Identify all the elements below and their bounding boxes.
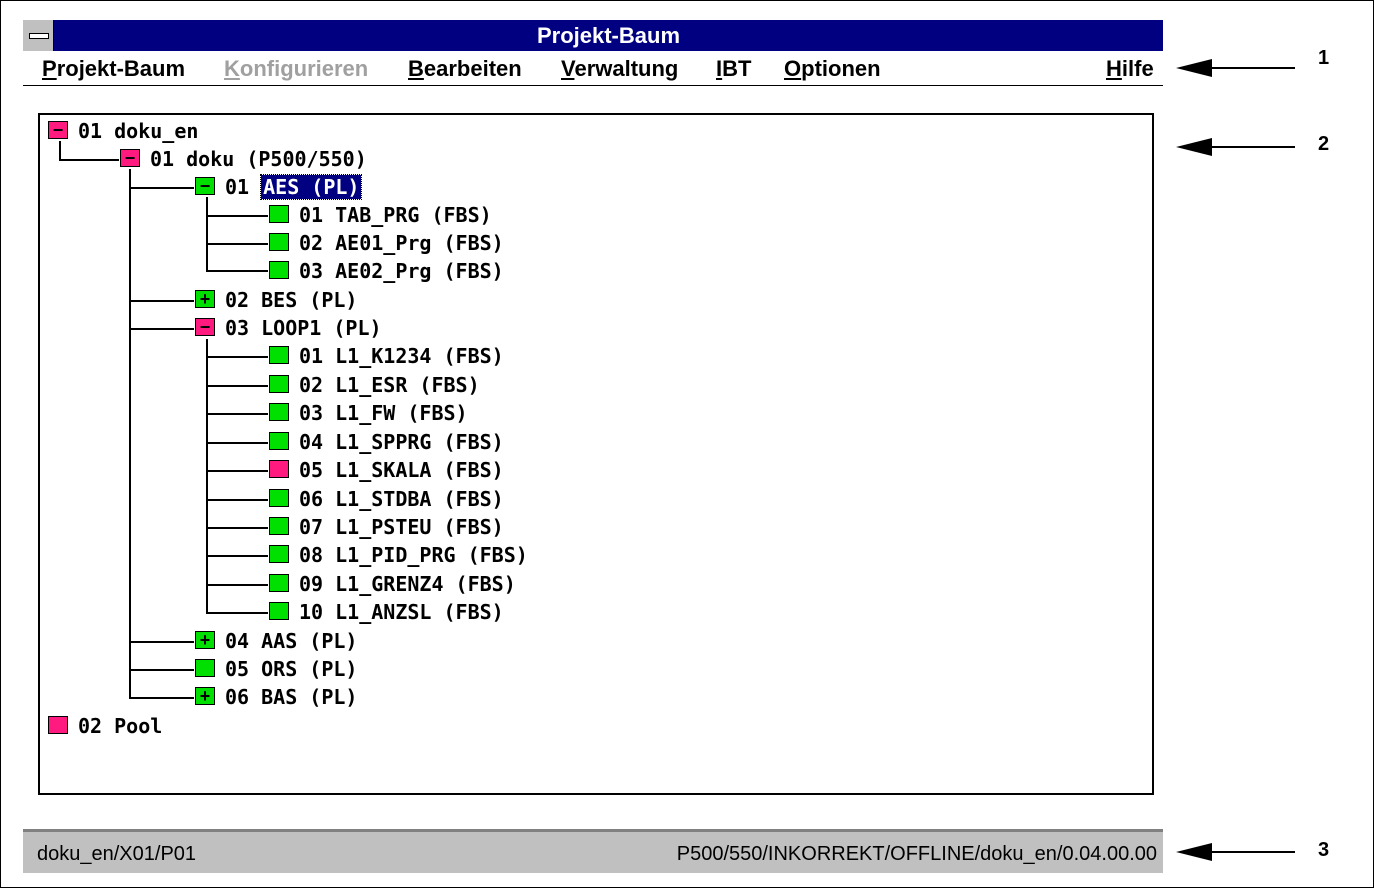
- leaf-node-icon: [269, 375, 289, 393]
- leaf-node-icon: [269, 545, 289, 563]
- tree-connector: [129, 187, 194, 189]
- tree-connector: [59, 141, 61, 160]
- callout-line: [1205, 146, 1295, 148]
- tree-connector: [206, 442, 268, 444]
- status-path: doku_en/X01/P01: [37, 843, 197, 865]
- leaf-node-icon: [269, 346, 289, 364]
- expanded-node-icon[interactable]: −: [120, 148, 140, 168]
- plus-icon: +: [199, 686, 211, 706]
- collapsed-node-icon[interactable]: +: [195, 686, 215, 706]
- minus-icon: −: [52, 120, 64, 140]
- window-title: Projekt-Baum: [536, 23, 681, 48]
- leaf-node-icon: [269, 432, 289, 450]
- system-menu-button[interactable]: [23, 20, 54, 51]
- menu-bearbeiten[interactable]: Bearbeiten: [408, 54, 522, 84]
- leaf-node-icon: [195, 659, 215, 677]
- leaf-node-icon: [269, 460, 289, 478]
- node-number: 01: [225, 175, 262, 199]
- tree-connector: [129, 669, 194, 671]
- expanded-node-icon[interactable]: −: [195, 176, 215, 196]
- selected-node-label: AES (PL): [260, 174, 363, 200]
- tree-connector: [129, 328, 194, 330]
- status-bar: doku_en/X01/P01 P500/550/INKORREKT/OFFLI…: [23, 829, 1163, 873]
- menu-bar: Projekt-Baum Konfigurieren Bearbeiten Ve…: [23, 52, 1163, 86]
- menu-optionen[interactable]: Optionen: [784, 54, 881, 84]
- menu-konfigurieren: Konfigurieren: [224, 56, 369, 81]
- tree-connector: [129, 697, 194, 699]
- expanded-node-icon[interactable]: −: [48, 120, 68, 140]
- minus-icon: −: [124, 148, 136, 168]
- tree-connector: [206, 339, 208, 613]
- tree-connector: [206, 584, 268, 586]
- tree-connector: [206, 356, 268, 358]
- collapsed-node-icon[interactable]: +: [195, 289, 215, 309]
- menu-ibt[interactable]: IBT: [716, 54, 751, 84]
- leaf-node-icon: [269, 489, 289, 507]
- tree-connector: [206, 470, 268, 472]
- leaf-node-icon: [269, 233, 289, 251]
- tree-connector: [206, 385, 268, 387]
- leaf-node-icon: [48, 716, 68, 734]
- callout-line: [1205, 67, 1295, 69]
- leaf-node-icon: [269, 517, 289, 535]
- plus-icon: +: [199, 630, 211, 650]
- callout-line: [1205, 851, 1295, 853]
- tree-connector: [206, 197, 208, 271]
- project-tree-view[interactable]: − 01 doku_en − 01 doku (P500/550) − 01 A…: [38, 113, 1154, 795]
- tree-connector: [206, 270, 268, 272]
- collapsed-node-icon[interactable]: +: [195, 630, 215, 650]
- tree-connector: [206, 243, 268, 245]
- menu-projekt-baum[interactable]: Projekt-Baum: [42, 54, 185, 84]
- callout-number-1: 1: [1318, 47, 1330, 69]
- title-bar: Projekt-Baum: [23, 20, 1163, 51]
- tree-connector: [206, 555, 268, 557]
- menu-hilfe[interactable]: Hilfe: [1106, 54, 1154, 84]
- tree-connector: [206, 612, 268, 614]
- leaf-node-icon: [269, 602, 289, 620]
- callout-number-3: 3: [1318, 839, 1330, 861]
- tree-connector: [129, 169, 131, 699]
- leaf-node-icon: [269, 261, 289, 279]
- system-menu-icon: [29, 33, 49, 39]
- menu-verwaltung[interactable]: Verwaltung: [561, 54, 678, 84]
- tree-connector: [206, 413, 268, 415]
- leaf-node-icon: [269, 205, 289, 223]
- minus-icon: −: [199, 176, 211, 196]
- callout-number-2: 2: [1318, 133, 1330, 155]
- tree-connector: [206, 215, 268, 217]
- plus-icon: +: [199, 289, 211, 309]
- tree-connector: [129, 641, 194, 643]
- tree-connector: [206, 499, 268, 501]
- tree-connector: [129, 300, 194, 302]
- leaf-node-icon: [269, 403, 289, 421]
- tree-connector: [206, 527, 268, 529]
- status-info: P500/550/INKORREKT/OFFLINE/doku_en/0.04.…: [676, 843, 1157, 865]
- leaf-node-icon: [269, 574, 289, 592]
- tree-connector: [59, 159, 119, 161]
- minus-icon: −: [199, 317, 211, 337]
- expanded-node-icon[interactable]: −: [195, 317, 215, 337]
